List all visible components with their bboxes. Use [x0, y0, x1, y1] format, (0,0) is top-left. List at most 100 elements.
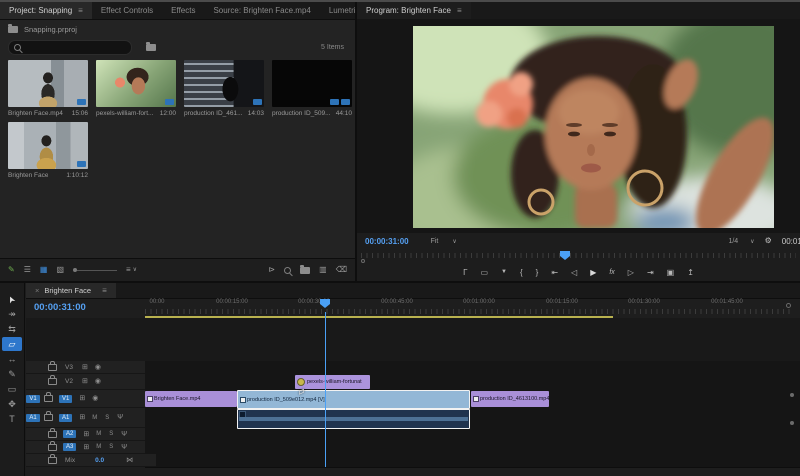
sync-lock-icon[interactable]: ⊞: [83, 444, 89, 451]
mute-button[interactable]: M: [96, 431, 101, 437]
track-lane-v3[interactable]: [145, 361, 800, 375]
track-lane-mix[interactable]: [145, 454, 800, 468]
track-name[interactable]: V2: [65, 378, 73, 385]
voiceover-mic-icon[interactable]: Ψ: [117, 414, 123, 421]
sync-lock-icon[interactable]: ⊞: [82, 364, 88, 371]
sync-lock-icon[interactable]: ⊞: [79, 395, 85, 402]
track-visibility-eye-icon[interactable]: ◉: [95, 364, 101, 371]
track-visibility-eye-icon[interactable]: ◉: [95, 378, 101, 385]
clip-thumbnail[interactable]: [272, 60, 352, 107]
track-target-a1[interactable]: A1: [59, 413, 73, 422]
tab-effect-controls[interactable]: Effect Controls: [92, 2, 162, 19]
mark-out-button[interactable]: }: [536, 268, 539, 277]
tab-sequence[interactable]: × Brighten Face ≡: [26, 283, 116, 298]
voiceover-mic-icon[interactable]: Ψ: [121, 431, 127, 438]
step-back-button[interactable]: ◁: [571, 268, 577, 277]
mute-button[interactable]: M: [96, 444, 101, 450]
lift-button[interactable]: Γ: [463, 268, 467, 277]
thumbnail-zoom-slider[interactable]: [73, 268, 117, 272]
source-patch-a1[interactable]: A1: [26, 413, 40, 422]
track-lane-a2[interactable]: [145, 428, 800, 442]
track-visibility-eye-icon[interactable]: ◉: [92, 395, 98, 402]
close-icon[interactable]: ×: [35, 286, 39, 295]
new-bin-button[interactable]: [300, 264, 311, 274]
lock-icon[interactable]: [48, 427, 57, 438]
lock-icon[interactable]: [48, 360, 57, 371]
solo-button[interactable]: S: [109, 431, 113, 437]
add-marker-button[interactable]: ▼: [501, 269, 507, 275]
icon-view-button[interactable]: ▦: [40, 266, 48, 274]
sync-lock-icon[interactable]: ⊞: [82, 378, 88, 385]
breadcrumb[interactable]: Snapping.prproj: [8, 24, 77, 34]
razor-tool-button[interactable]: ▱: [2, 337, 22, 351]
panel-menu-icon[interactable]: ≡: [78, 6, 83, 15]
clip-thumbnail[interactable]: [184, 60, 264, 107]
type-tool-button[interactable]: T: [2, 412, 22, 426]
rectangle-tool-button[interactable]: ▭: [2, 382, 22, 396]
slip-tool-button[interactable]: ↔: [2, 352, 22, 366]
sync-lock-icon[interactable]: ⊞: [83, 431, 89, 438]
lock-icon[interactable]: [48, 375, 57, 385]
freeform-view-button[interactable]: ▧: [56, 266, 64, 274]
scrollbar-handle[interactable]: [790, 421, 794, 425]
search-input[interactable]: [25, 42, 105, 52]
delete-button[interactable]: ⌫: [336, 266, 347, 274]
program-video-frame[interactable]: [358, 2, 800, 256]
track-select-tool-button[interactable]: ↠: [2, 307, 22, 321]
keyframe-navigator-icon[interactable]: ⋈: [126, 457, 133, 464]
timeline-clip-v1-2-selected[interactable]: production ID_509e012.mp4 [V]: [237, 390, 470, 409]
sync-lock-icon[interactable]: ⊞: [79, 414, 85, 421]
timeline-clip-v1-3[interactable]: production ID_4613100.mp4: [471, 391, 549, 407]
timeline-clip-v2[interactable]: pexels-william-fortunat: [295, 375, 370, 389]
pen-tool-button[interactable]: ✎: [2, 367, 22, 381]
timeline-zoom-handle[interactable]: [786, 303, 791, 308]
panel-menu-icon[interactable]: ≡: [457, 6, 462, 15]
voiceover-mic-icon[interactable]: Ψ: [121, 444, 127, 451]
sequence-thumbnail[interactable]: [8, 122, 88, 169]
mix-level-value[interactable]: 0.0: [95, 457, 104, 464]
find-button[interactable]: [284, 266, 292, 274]
program-scrubber[interactable]: [357, 250, 800, 263]
go-to-in-button[interactable]: ⇤: [551, 268, 558, 277]
scrollbar-handle[interactable]: [790, 393, 794, 397]
lock-icon[interactable]: [48, 453, 57, 464]
step-forward-button[interactable]: ▷: [628, 268, 634, 277]
track-target-a3[interactable]: A3: [63, 443, 77, 451]
tab-project[interactable]: Project: Snapping ≡: [0, 2, 92, 19]
mark-in-button[interactable]: {: [520, 268, 523, 277]
export-frame-button[interactable]: ▣: [667, 268, 675, 277]
track-name[interactable]: V3: [65, 364, 73, 371]
program-playhead[interactable]: [560, 251, 570, 260]
timeline-clip-a1-selected[interactable]: [237, 409, 470, 429]
automate-to-sequence-button[interactable]: ⊳: [268, 266, 275, 274]
export-media-button[interactable]: ↥: [687, 268, 694, 277]
timeline-ruler[interactable]: 00:00 00:00:15:00 00:00:30:00 00:00:45:0…: [145, 298, 800, 316]
ripple-edit-tool-button[interactable]: ⇆: [2, 322, 22, 336]
source-patch-v1[interactable]: V1: [26, 394, 40, 403]
timeline-clip-v1-1[interactable]: Brighten Face.mp4: [145, 391, 237, 407]
solo-button[interactable]: S: [109, 444, 113, 450]
list-view-button[interactable]: ☰: [24, 266, 31, 274]
track-lane-v2[interactable]: [145, 374, 800, 391]
playhead-line[interactable]: [325, 312, 326, 467]
folder-nav-icon[interactable]: [146, 41, 156, 51]
lock-icon[interactable]: [48, 440, 57, 451]
track-target-v1[interactable]: V1: [59, 394, 73, 403]
solo-button[interactable]: S: [105, 415, 109, 421]
go-to-out-button[interactable]: ⇥: [647, 268, 654, 277]
panel-menu-icon[interactable]: ≡: [102, 286, 107, 295]
global-fx-mute-button[interactable]: fx: [609, 269, 614, 276]
zoom-level-dropdown[interactable]: Fit ∨: [431, 238, 457, 245]
mute-button[interactable]: M: [92, 415, 97, 421]
lock-icon[interactable]: [44, 392, 53, 402]
hand-tool-button[interactable]: ✥: [2, 397, 22, 411]
tab-source[interactable]: Source: Brighten Face.mp4: [204, 2, 319, 19]
track-lane-a3[interactable]: [145, 441, 800, 455]
program-timecode[interactable]: 00:00:31:00: [365, 237, 409, 246]
playback-resolution-dropdown[interactable]: 1/4 ∨: [728, 238, 754, 245]
clip-thumbnail[interactable]: [96, 60, 176, 107]
track-target-a2[interactable]: A2: [63, 430, 77, 438]
settings-wrench-icon[interactable]: ⚙: [765, 237, 772, 245]
play-button[interactable]: ▶: [590, 268, 596, 277]
tab-effects[interactable]: Effects: [162, 2, 204, 19]
